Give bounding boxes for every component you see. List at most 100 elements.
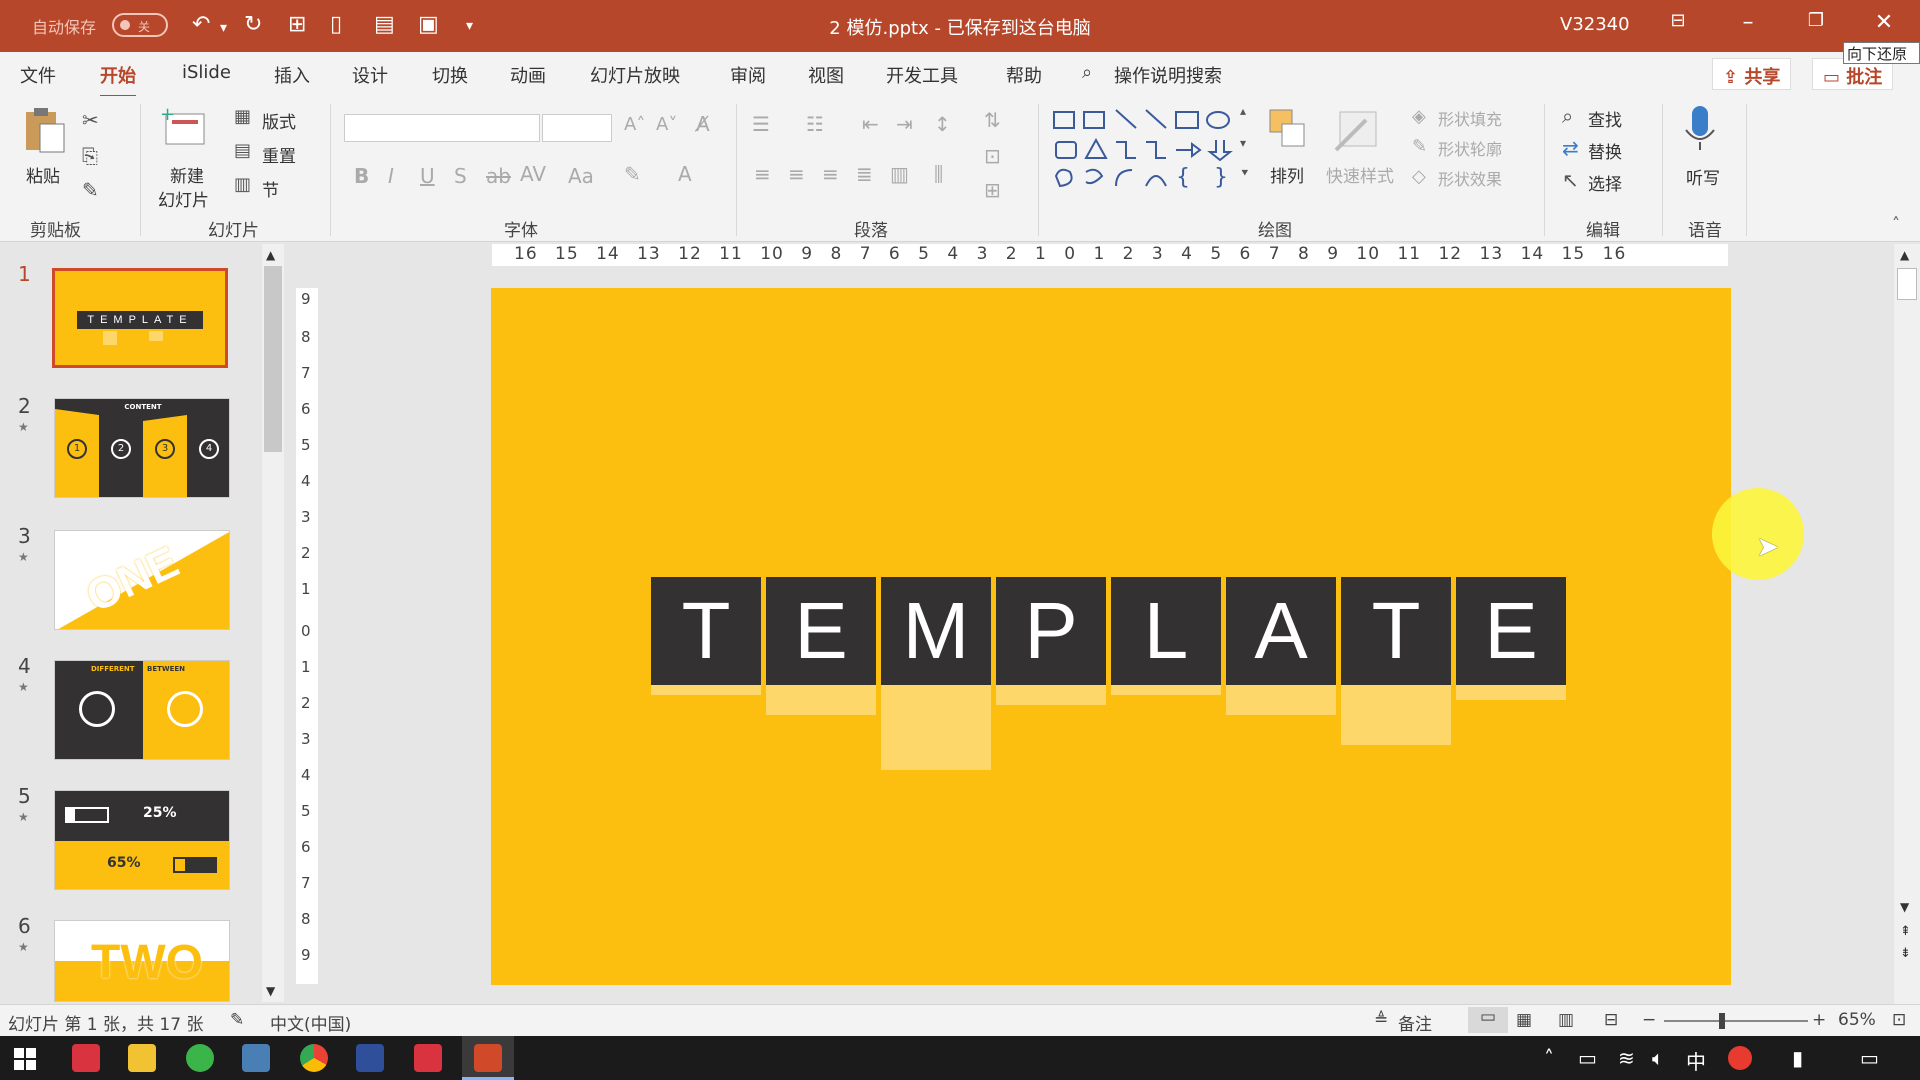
paste-button[interactable]: 粘贴 — [22, 106, 72, 206]
char-spacing-icon[interactable]: AV — [520, 162, 546, 186]
search-icon[interactable]: ⌕ — [1082, 62, 1092, 83]
clear-format-icon[interactable]: A̸ — [696, 112, 710, 136]
notes-button[interactable]: 备注 — [1398, 1010, 1432, 1035]
restore-icon[interactable]: ❐ — [1796, 10, 1836, 31]
slide-scrollbar[interactable]: ▲ ▼ ⇞ ⇟ — [1894, 244, 1920, 1004]
undo-icon[interactable]: ↶ — [192, 12, 210, 37]
zoom-slider-thumb[interactable] — [1718, 1013, 1725, 1029]
title-letter-tile[interactable]: T — [1341, 577, 1451, 685]
scroll-down-icon[interactable]: ▼ — [266, 984, 275, 998]
tab-review[interactable]: 审阅 — [730, 62, 766, 88]
tray-expand-icon[interactable]: ˄ — [1544, 1046, 1554, 1070]
title-letter-tile[interactable]: A — [1226, 577, 1336, 685]
ribbon-display-icon[interactable]: ⊟ — [1658, 10, 1698, 31]
justify-icon[interactable]: ≣ — [856, 162, 873, 186]
tab-design[interactable]: 设计 — [352, 62, 388, 88]
shape-outline-button[interactable]: 形状轮廓 — [1438, 136, 1502, 160]
arrange-button[interactable]: 排列 — [1264, 106, 1320, 206]
highlight-icon[interactable]: ✎ — [624, 162, 641, 186]
app-navy-icon[interactable] — [356, 1044, 384, 1072]
section-button[interactable]: 节 — [262, 176, 279, 201]
zoom-in-icon[interactable]: + — [1812, 1010, 1826, 1030]
text-direction-icon[interactable]: ⇅ — [984, 108, 1001, 132]
shape-fill-button[interactable]: 形状填充 — [1438, 106, 1502, 130]
user-name[interactable]: V32340 — [1560, 14, 1630, 35]
fit-slide-icon[interactable]: ⊡ — [1892, 1010, 1906, 1030]
change-case-icon[interactable]: Aa — [568, 164, 594, 188]
slide-thumbnail-6[interactable]: TWO — [54, 920, 230, 1002]
font-size-box[interactable] — [542, 114, 612, 142]
dictate-button[interactable]: 听写 — [1680, 104, 1730, 204]
find-button[interactable]: 查找 — [1588, 106, 1622, 131]
save-icon[interactable]: ▣ — [418, 12, 439, 37]
italic-icon[interactable]: I — [388, 164, 394, 188]
increase-font-icon[interactable]: A˄ — [624, 114, 645, 135]
browser-green-icon[interactable] — [186, 1044, 214, 1072]
decrease-font-icon[interactable]: A˅ — [656, 114, 677, 135]
windows-start-icon[interactable] — [14, 1048, 36, 1070]
columns-icon[interactable]: ⫼ — [934, 162, 943, 186]
zoom-level[interactable]: 65% — [1838, 1010, 1876, 1030]
collapse-ribbon-icon[interactable]: ˄ — [1892, 214, 1900, 233]
numbering-icon[interactable]: ☷ — [806, 112, 824, 136]
new-slide-button[interactable]: + 新建 幻灯片 — [158, 104, 224, 211]
slide-thumbnail-4[interactable]: DIFFERENT BETWEEN — [54, 660, 230, 760]
scroll-up-icon[interactable]: ▲ — [1900, 248, 1909, 262]
spellcheck-icon[interactable]: ✎ — [230, 1010, 244, 1030]
customize-toolbar-icon[interactable]: ▾ — [466, 18, 473, 34]
title-letter-tile[interactable]: M — [881, 577, 991, 685]
scroll-thumb[interactable] — [1897, 268, 1917, 300]
shapes-scroll-down-icon[interactable]: ▾ — [1240, 136, 1246, 150]
language-indicator[interactable]: 中文(中国) — [270, 1010, 351, 1035]
notifications-icon[interactable]: ▭ — [1860, 1046, 1879, 1070]
scroll-up-icon[interactable]: ▲ — [266, 248, 275, 262]
close-icon[interactable]: ✕ — [1864, 10, 1904, 35]
thumbnail-scrollbar[interactable]: ▲ ▼ — [262, 244, 284, 1002]
title-letter-tile[interactable]: T — [651, 577, 761, 685]
shape-effects-button[interactable]: 形状效果 — [1438, 166, 1502, 190]
new-file-icon[interactable]: ▯ — [330, 12, 342, 37]
copy-icon[interactable]: ⎘ — [82, 144, 98, 168]
scroll-thumb[interactable] — [264, 266, 282, 452]
powerpoint-taskbar-button[interactable] — [462, 1036, 514, 1080]
undo-dropdown-icon[interactable]: ▾ — [220, 20, 227, 36]
underline-icon[interactable]: U — [420, 164, 435, 188]
cut-icon[interactable]: ✂ — [82, 108, 99, 132]
print-preview-icon[interactable]: ▤ — [374, 12, 395, 37]
next-slide-icon[interactable]: ⇟ — [1900, 946, 1911, 961]
font-color-icon[interactable]: A — [678, 162, 692, 186]
title-letter-tile[interactable]: P — [996, 577, 1106, 685]
tab-home[interactable]: 开始 — [100, 62, 136, 98]
shapes-more-icon[interactable]: ⯆ — [1240, 166, 1250, 181]
zoom-out-icon[interactable]: − — [1642, 1010, 1656, 1030]
title-letter-tile[interactable]: E — [1456, 577, 1566, 685]
strikethrough-icon[interactable]: ab — [486, 164, 511, 188]
distributed-icon[interactable]: ▥ — [890, 162, 909, 186]
shapes-gallery[interactable]: {} — [1052, 106, 1252, 194]
tab-help[interactable]: 帮助 — [1006, 62, 1042, 88]
bold-icon[interactable]: B — [354, 164, 369, 188]
tab-file[interactable]: 文件 — [20, 62, 56, 88]
minimize-icon[interactable]: – — [1728, 10, 1768, 35]
slide-thumbnail-3[interactable]: ONE — [54, 530, 230, 630]
line-spacing-icon[interactable]: ↕ — [934, 112, 951, 136]
normal-view-icon[interactable]: ▭ — [1468, 1007, 1508, 1033]
tray-app-icon[interactable]: ▮ — [1792, 1046, 1803, 1070]
title-letter-tile[interactable]: E — [766, 577, 876, 685]
align-right-icon[interactable]: ≡ — [822, 162, 839, 186]
shadow-icon[interactable]: S — [454, 164, 467, 188]
tab-view[interactable]: 视图 — [808, 62, 844, 88]
increase-indent-icon[interactable]: ⇥ — [896, 112, 913, 136]
present-icon[interactable]: ⊞ — [288, 12, 306, 37]
decrease-indent-icon[interactable]: ⇤ — [862, 112, 879, 136]
share-button[interactable]: ⇪ 共享 — [1712, 58, 1792, 90]
scroll-down-icon[interactable]: ▼ — [1900, 900, 1909, 914]
select-button[interactable]: 选择 — [1588, 170, 1622, 195]
smartart-icon[interactable]: ⊞ — [984, 178, 1001, 202]
app-blue-icon[interactable] — [242, 1044, 270, 1072]
slideshow-icon[interactable]: ⊟ — [1604, 1010, 1618, 1030]
tab-islide[interactable]: iSlide — [182, 62, 231, 83]
tab-insert[interactable]: 插入 — [274, 62, 310, 88]
bullets-icon[interactable]: ☰ — [752, 112, 770, 136]
chrome-icon[interactable] — [300, 1044, 328, 1072]
